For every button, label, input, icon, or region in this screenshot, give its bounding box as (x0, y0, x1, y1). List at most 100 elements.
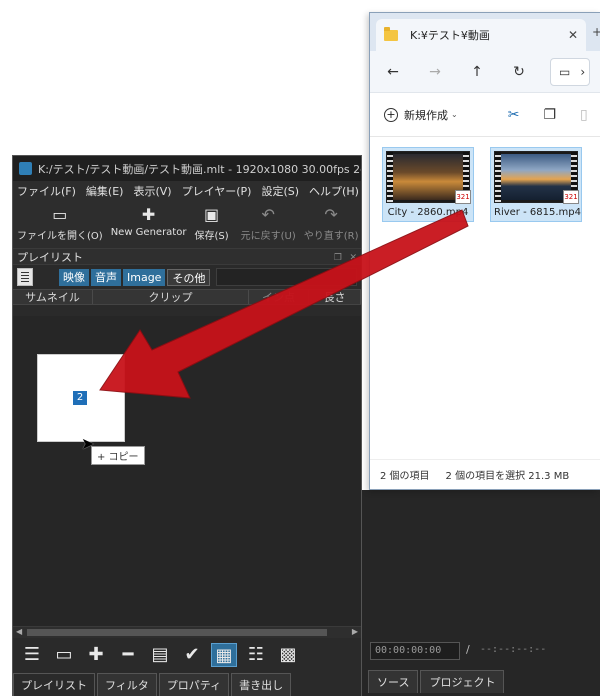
window-title: K:/テスト/テスト動画/テスト動画.mlt - 1920x1080 30.00… (38, 162, 361, 176)
file-list: 321 City - 2860.mp4 321 River - 6815.mp4 (370, 137, 600, 457)
cut-icon[interactable]: ✂ (508, 107, 520, 123)
playlist-menu-icon[interactable] (17, 268, 33, 286)
new-generator-button[interactable]: ✚ New Generator (111, 205, 187, 238)
tab-properties[interactable]: プロパティ (158, 673, 230, 696)
tab-filters[interactable]: フィルタ (97, 673, 157, 696)
chevron-right-icon: › (580, 64, 586, 79)
paste-icon[interactable]: ▯ (580, 107, 588, 123)
check-icon[interactable]: ✔ (179, 643, 205, 667)
save-button[interactable]: ▣ 保存(S) (194, 205, 228, 242)
new-tab-icon[interactable]: + (592, 25, 600, 39)
explorer-window: K:¥テスト¥動画 ✕ + ← → ↑ ↻ ▭ › + 新規作成 ⌄ ✂ ❐ ▯ (369, 12, 600, 490)
playlist-actions-toolbar: ☰ ▭ ✚ ━ ▤ ✔ ▦ ☷ ▩ (13, 640, 361, 670)
file-item[interactable]: 321 River - 6815.mp4 (490, 147, 582, 222)
menu-edit[interactable]: 編集(E) (86, 183, 124, 199)
city-thumbnail-image (393, 154, 463, 200)
column-duration[interactable]: 長さ (309, 290, 361, 304)
remove-button[interactable]: ━ (115, 643, 141, 667)
new-button-label: 新規作成 (404, 108, 448, 122)
explorer-tab[interactable]: K:¥テスト¥動画 ✕ (376, 19, 586, 51)
playlist-horizontal-scrollbar[interactable]: ◀ ▶ (13, 626, 361, 638)
file-item[interactable]: 321 City - 2860.mp4 (382, 147, 474, 222)
close-icon[interactable]: ✕ (349, 253, 357, 263)
open-file-button[interactable]: ▭ ファイルを開く(O) (17, 205, 103, 242)
player-tabs: ソース プロジェクト (368, 670, 506, 693)
column-thumbnail[interactable]: サムネイル (13, 290, 93, 304)
explorer-command-bar: + 新規作成 ⌄ ✂ ❐ ▯ (370, 93, 600, 137)
undo-label: 元に戻す(U) (240, 231, 296, 242)
open-folder-button[interactable]: ▭ (51, 643, 77, 667)
item-count: 2 個の項目 (380, 471, 430, 482)
filter-audio[interactable]: 音声 (91, 268, 121, 286)
scrollbar-thumb[interactable] (27, 629, 327, 636)
shotcut-window: K:/テスト/テスト動画/テスト動画.mlt - 1920x1080 30.00… (12, 155, 362, 696)
view-grid-button[interactable]: ▩ (275, 643, 301, 667)
tab-source[interactable]: ソース (368, 670, 419, 693)
view-list-button[interactable]: ☷ (243, 643, 269, 667)
explorer-tab-title: K:¥テスト¥動画 (410, 29, 490, 42)
filter-video[interactable]: 映像 (59, 268, 89, 286)
bottom-tabs: プレイリスト フィルタ プロパティ 書き出し (13, 672, 361, 696)
media-player-icon: 321 (563, 190, 579, 204)
drag-count-badge: 2 (73, 391, 87, 405)
column-clip[interactable]: クリップ (93, 290, 249, 304)
tab-project[interactable]: プロジェクト (420, 670, 505, 693)
menu-help[interactable]: ヘルプ(H) (309, 183, 359, 199)
explorer-status-bar: 2 個の項目 2 個の項目を選択 21.3 MB (370, 459, 600, 489)
new-generator-label: New Generator (110, 227, 187, 238)
scroll-left-icon[interactable]: ◀ (16, 627, 22, 636)
address-bar[interactable]: ▭ › (550, 57, 590, 86)
playlist-column-headers: サムネイル クリップ イン点 長さ (13, 289, 361, 305)
shotcut-logo-icon (19, 162, 32, 175)
add-button[interactable]: ✚ (83, 643, 109, 667)
tab-playlist[interactable]: プレイリスト (13, 673, 95, 696)
media-player-icon: 321 (455, 190, 471, 204)
undo-button[interactable]: ↶ 元に戻す(U) (241, 205, 296, 242)
open-file-label: ファイルを開く(O) (17, 231, 103, 242)
open-folder-icon: ▭ (52, 205, 68, 224)
playlist-menu-button[interactable]: ☰ (19, 643, 45, 667)
file-name: City - 2860.mp4 (387, 207, 469, 218)
view-details-button[interactable]: ▦ (211, 643, 237, 667)
update-button[interactable]: ▤ (147, 643, 173, 667)
file-name: River - 6815.mp4 (494, 207, 581, 218)
menu-file[interactable]: ファイル(F) (17, 183, 76, 199)
menu-view[interactable]: 表示(V) (133, 183, 171, 199)
menu-player[interactable]: プレイヤー(P) (182, 183, 252, 199)
scroll-right-icon[interactable]: ▶ (352, 627, 358, 636)
redo-label: やり直す(R) (303, 231, 359, 242)
back-arrow-icon[interactable]: ← (382, 64, 404, 80)
copy-icon[interactable]: ❐ (543, 107, 556, 123)
playlist-search-input[interactable] (216, 268, 357, 286)
playlist-panel-header: プレイリスト ❐ ✕ (13, 249, 361, 265)
tab-export[interactable]: 書き出し (231, 673, 292, 696)
menu-settings[interactable]: 設定(S) (261, 183, 299, 199)
up-arrow-icon[interactable]: ↑ (466, 64, 488, 80)
save-icon: ▣ (203, 205, 220, 224)
redo-button[interactable]: ↷ やり直す(R) (304, 205, 359, 242)
title-bar: K:/テスト/テスト動画/テスト動画.mlt - 1920x1080 30.00… (13, 156, 361, 181)
menu-bar: ファイル(F) 編集(E) 表示(V) プレイヤー(P) 設定(S) ヘルプ(H… (13, 181, 361, 201)
playlist-filter-bar: 映像 音声 Image その他 (13, 265, 361, 289)
refresh-icon[interactable]: ↻ (508, 64, 530, 80)
playlist-drop-area[interactable]: 2 ➤ + コピー (13, 316, 361, 626)
explorer-tab-bar: K:¥テスト¥動画 ✕ + (370, 13, 600, 51)
filter-image[interactable]: Image (123, 268, 166, 286)
column-in[interactable]: イン点 (249, 290, 309, 304)
selected-count: 2 個の項目を選択 21.3 MB (445, 471, 570, 482)
float-icon[interactable]: ❐ (334, 253, 342, 263)
folder-icon (384, 26, 398, 41)
plus-circle-icon: + (384, 107, 398, 122)
timecode-field[interactable]: 00:00:00:00 (370, 642, 460, 660)
new-button[interactable]: + 新規作成 ⌄ (384, 107, 458, 123)
river-thumbnail-image (501, 154, 571, 200)
main-toolbar: ▭ ファイルを開く(O) ✚ New Generator ▣ 保存(S) ↶ 元… (13, 201, 361, 249)
filter-other[interactable]: その他 (167, 268, 211, 286)
copy-tooltip: + コピー (91, 446, 145, 465)
monitor-icon: ▭ (559, 64, 571, 79)
close-tab-icon[interactable]: ✕ (568, 28, 578, 42)
explorer-nav-bar: ← → ↑ ↻ ▭ › (370, 51, 600, 93)
video-thumbnail: 321 (494, 151, 579, 204)
timecode-separator: / (466, 643, 470, 656)
forward-arrow-icon[interactable]: → (424, 64, 446, 80)
